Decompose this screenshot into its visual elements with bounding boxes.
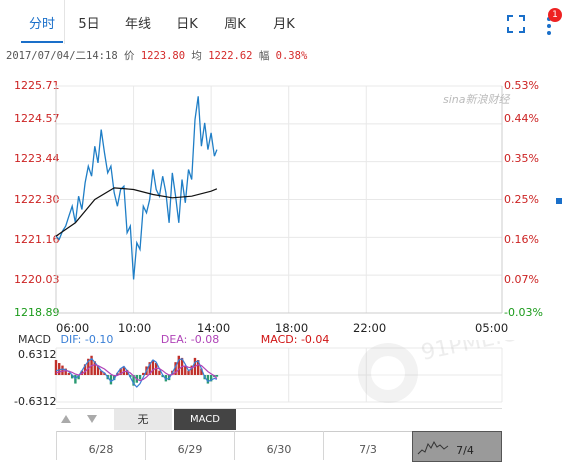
date-label-selected: 7/4: [456, 444, 474, 457]
macd-bar: [177, 355, 181, 375]
macd-bars: [54, 355, 219, 386]
date-cell[interactable]: 6/29: [145, 431, 234, 460]
macd-bar: [215, 375, 219, 377]
avg-line: [55, 187, 218, 237]
macd-bar: [58, 363, 61, 375]
x-tick: 22:00: [353, 321, 387, 335]
macd-bar: [184, 366, 187, 375]
macd-bar: [74, 375, 77, 384]
price-chart[interactable]: sina新浪财经: [0, 0, 565, 330]
date-navigator: 6/28 6/29 6/30 7/3 7/4: [56, 431, 502, 462]
date-cell[interactable]: 6/28: [56, 431, 145, 460]
mini-sparkline: [417, 440, 449, 455]
x-tick: 05:00: [475, 321, 509, 335]
macd-bar: [138, 375, 142, 380]
macd-bar: [151, 360, 155, 375]
pme-watermark-text: 91PME.COM: [419, 340, 554, 366]
indicator-tab-none[interactable]: 无: [114, 409, 172, 430]
scroll-up-icon[interactable]: [60, 414, 72, 424]
chart-grid: [55, 85, 503, 314]
sina-watermark: sina新浪财经: [443, 93, 510, 106]
date-cell[interactable]: 6/30: [234, 431, 323, 460]
scroll-down-icon[interactable]: [86, 414, 98, 424]
macd-bar: [61, 365, 64, 375]
macd-chart[interactable]: 91PME.COM: [0, 340, 565, 410]
date-cell-selected[interactable]: 7/4: [412, 431, 502, 462]
date-cell[interactable]: 7/3: [323, 431, 412, 460]
indicator-bar: 无 MACD: [56, 408, 502, 431]
pme-logo: 91PME.COM: [358, 340, 554, 403]
side-marker: [556, 198, 562, 204]
indicator-tab-macd[interactable]: MACD: [174, 409, 236, 430]
